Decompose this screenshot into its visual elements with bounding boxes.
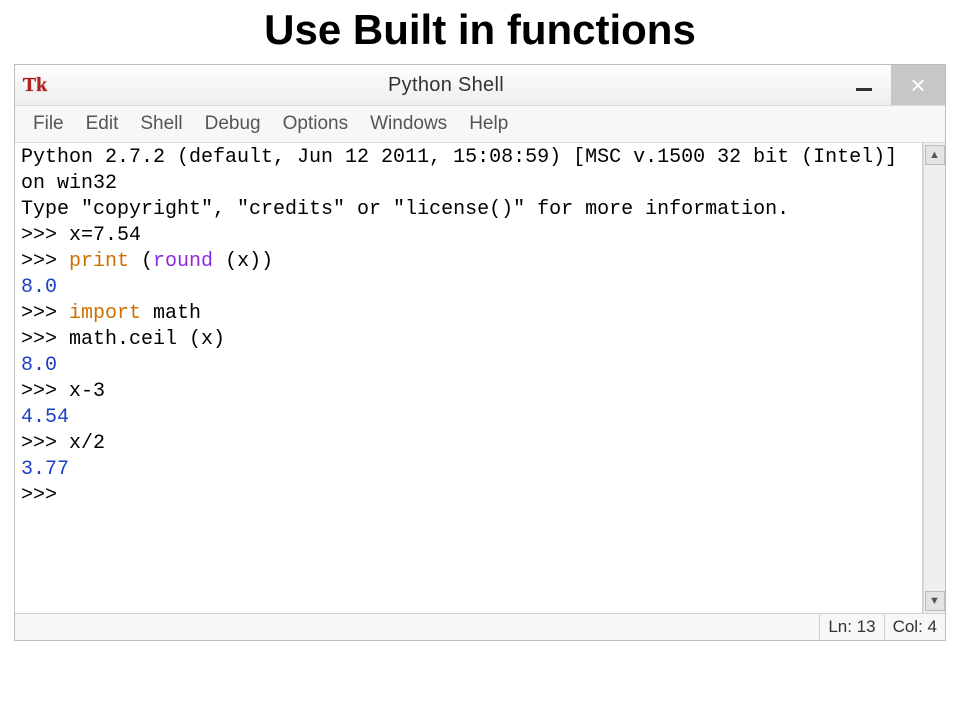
window-controls: × (837, 65, 945, 105)
code-import: import (69, 302, 141, 325)
close-button[interactable]: × (891, 65, 945, 105)
scroll-down-button[interactable]: ▼ (925, 591, 945, 611)
prompt: >>> (21, 484, 69, 507)
page-title: Use Built in functions (0, 6, 960, 54)
scroll-up-button[interactable]: ▲ (925, 145, 945, 165)
output-line: 4.54 (21, 406, 69, 429)
python-shell-window: Tk Python Shell × File Edit Shell Debug … (14, 64, 946, 641)
prompt: >>> (21, 302, 69, 325)
banner-line-1: Python 2.7.2 (default, Jun 12 2011, 15:0… (21, 146, 909, 195)
prompt: >>> (21, 328, 69, 351)
client-area: Python 2.7.2 (default, Jun 12 2011, 15:0… (15, 143, 945, 613)
menu-bar: File Edit Shell Debug Options Windows He… (15, 106, 945, 143)
status-line: Ln: 13 (819, 614, 883, 640)
status-col: Col: 4 (884, 614, 945, 640)
menu-file[interactable]: File (27, 111, 70, 137)
output-line: 8.0 (21, 276, 57, 299)
code-text: ( (129, 250, 153, 273)
status-bar: Ln: 13 Col: 4 (15, 613, 945, 640)
menu-help[interactable]: Help (463, 111, 514, 137)
code-round: round (153, 250, 213, 273)
code-line-4: math.ceil (x) (69, 328, 225, 351)
vertical-scrollbar[interactable]: ▲ ▼ (923, 143, 945, 613)
code-line-6: x/2 (69, 432, 105, 455)
prompt: >>> (21, 432, 69, 455)
menu-windows[interactable]: Windows (364, 111, 453, 137)
code-print: print (69, 250, 129, 273)
minimize-button[interactable] (837, 65, 891, 105)
menu-debug[interactable]: Debug (199, 111, 267, 137)
code-text: (x)) (213, 250, 273, 273)
menu-options[interactable]: Options (277, 111, 354, 137)
output-line: 8.0 (21, 354, 57, 377)
shell-editor[interactable]: Python 2.7.2 (default, Jun 12 2011, 15:0… (15, 143, 923, 613)
window-title: Python Shell (55, 65, 837, 105)
code-line-1: x=7.54 (69, 224, 141, 247)
prompt: >>> (21, 224, 69, 247)
tk-app-icon: Tk (15, 65, 55, 105)
titlebar: Tk Python Shell × (15, 65, 945, 106)
menu-shell[interactable]: Shell (134, 111, 188, 137)
output-line: 3.77 (21, 458, 69, 481)
code-text: math (141, 302, 201, 325)
banner-line-2: Type "copyright", "credits" or "license(… (21, 198, 789, 221)
menu-edit[interactable]: Edit (80, 111, 125, 137)
prompt: >>> (21, 250, 69, 273)
prompt: >>> (21, 380, 69, 403)
code-line-5: x-3 (69, 380, 105, 403)
